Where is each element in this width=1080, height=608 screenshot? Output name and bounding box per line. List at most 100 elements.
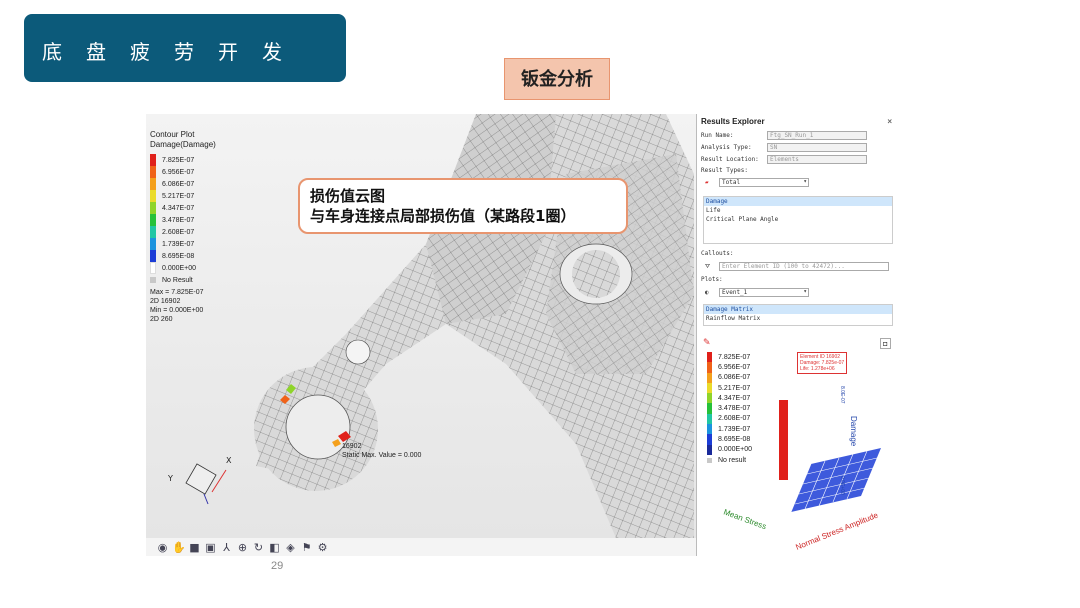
static-max: Static Max. Value = 0.000 (342, 452, 422, 459)
panel-header: Results Explorer × (697, 114, 896, 129)
close-icon[interactable]: × (887, 117, 892, 126)
contour-title-line1: Contour Plot (150, 130, 195, 139)
legend-row: 7.825E-07 (150, 154, 196, 166)
section-tag: 钣金分析 (504, 58, 610, 100)
callouts-input[interactable]: Enter Element ID (100 to 42472)... (719, 262, 889, 271)
callout-line2: 与车身连接点局部损伤值（某路段1圈） (310, 207, 576, 225)
result-location-field[interactable]: Elements (767, 155, 867, 164)
legend-row: 1.739E-07 (150, 238, 196, 250)
run-name-field[interactable]: Ftg_SN_Run_1 (767, 131, 867, 140)
legend-label: 1.739E-07 (162, 240, 195, 248)
layers-icon[interactable]: ◈ (284, 541, 297, 554)
palette-icon[interactable]: ▣ (204, 541, 217, 554)
legend-row: 0.000E+00 (150, 262, 196, 274)
plots-select-row: ◐ Event_1 (705, 288, 809, 297)
result-type-dropdown[interactable]: Total (719, 178, 809, 187)
legend-swatch (150, 250, 156, 262)
legend-label: No Result (162, 276, 193, 284)
result-type-list: Damage Life Critical Plane Angle (703, 196, 893, 244)
list-item-damage-matrix[interactable]: Damage Matrix (704, 305, 892, 314)
axis-icon[interactable]: ⅄ (220, 541, 233, 554)
slide-title: 底盘疲劳开发 (42, 40, 306, 64)
list-item-critical-plane-angle[interactable]: Critical Plane Angle (704, 215, 892, 224)
min-value: Min = 0.000E+00 (150, 307, 204, 314)
z-tick-bottom: 0.0E+00 (839, 476, 845, 495)
damage-matrix-chart: ✎ ▫ 7.825E-07 6.956E-07 6.086E-07 5.217E… (701, 336, 895, 554)
legend-label: 8.695E-08 (162, 252, 195, 260)
view-icon[interactable]: ◧ (268, 541, 281, 554)
element-id: 16902 (342, 443, 362, 450)
legend-row: 3.478E-07 (150, 214, 196, 226)
legend-row: 8.695E-08 (150, 250, 196, 262)
legend-row: 6.956E-07 (150, 166, 196, 178)
view-toolbar: ◉ ✋ ■ ▣ ⅄ ⊕ ↻ ◧ ◈ ⚑ ⚙ (146, 538, 696, 556)
legend-label: 3.478E-07 (162, 216, 195, 224)
rotate-icon[interactable]: ↻ (252, 541, 265, 554)
max-value: Max = 7.825E-07 (150, 289, 204, 296)
legend-label: 0.000E+00 (162, 264, 197, 272)
min-element: 2D 260 (150, 316, 173, 323)
result-location-row: Result Location: Elements (701, 155, 867, 164)
annotation-callout: 损伤值云图 与车身连接点局部损伤值（某路段1圈） (298, 178, 628, 234)
result-type-select-row: ▰ Total (705, 178, 809, 187)
element-label: 16902 Static Max. Value = 0.000 (342, 442, 421, 460)
legend-swatch (150, 238, 156, 250)
view-cube[interactable] (185, 463, 227, 505)
results-explorer-panel: Results Explorer × Run Name: Ftg_SN_Run_… (696, 114, 896, 556)
analysis-type-field[interactable]: SN (767, 143, 867, 152)
legend-row: 6.086E-07 (150, 178, 196, 190)
cube-icon[interactable]: ■ (188, 541, 201, 554)
legend-swatch (150, 190, 156, 202)
callouts-label: Callouts: (701, 250, 734, 257)
flag-icon[interactable]: ⚑ (300, 541, 313, 554)
callouts-row: Callouts: (701, 250, 734, 257)
hand-icon[interactable]: ✋ (172, 541, 186, 554)
legend-swatch (150, 277, 156, 283)
slide-title-box: 底盘疲劳开发 (24, 14, 346, 82)
contour-stats: Max = 7.825E-07 2D 16902 Min = 0.000E+00… (150, 288, 204, 324)
legend-swatch (150, 178, 156, 190)
legend-swatch (150, 214, 156, 226)
x-axis-label: Mean Stress (722, 507, 767, 531)
callout-line1: 损伤值云图 (310, 187, 386, 205)
z-tick-top: 8.0E-07 (839, 386, 845, 404)
legend-label: 2.608E-07 (162, 228, 195, 236)
plots-dropdown[interactable]: Event_1 (719, 288, 809, 297)
eye-icon[interactable]: ◉ (156, 541, 169, 554)
legend-swatch (150, 166, 156, 178)
max-damage-bar (779, 400, 788, 480)
legend-row: 5.217E-07 (150, 190, 196, 202)
legend-row: No Result (150, 274, 196, 286)
z-axis-label: Damage (849, 416, 858, 447)
result-types-row: Result Types: (701, 167, 748, 174)
zoom-icon[interactable]: ⊕ (236, 541, 249, 554)
contour-title: Contour Plot Damage(Damage) (150, 130, 216, 150)
max-element: 2D 16902 (150, 298, 181, 305)
list-item-life[interactable]: Life (704, 206, 892, 215)
filter-icon: ⛛ (705, 262, 711, 270)
legend-row: 2.608E-07 (150, 226, 196, 238)
plot-icon: ◐ (705, 289, 709, 296)
analysis-type-label: Analysis Type: (701, 144, 752, 151)
contour-legend: 7.825E-07 6.956E-07 6.086E-07 5.217E-07 … (150, 154, 196, 286)
callouts-input-row: ⛛ Enter Element ID (100 to 42472)... (705, 262, 889, 271)
plots-list: Damage Matrix Rainflow Matrix (703, 304, 893, 326)
plots-label: Plots: (701, 276, 723, 283)
axis-y-label: Y (168, 474, 173, 483)
legend-label: 6.086E-07 (162, 180, 195, 188)
damage-3d-plot: Damage 8.0E-07 0.0E+00 Mean Stress Norma… (722, 386, 881, 552)
app-screenshot: Contour Plot Damage(Damage) 7.825E-07 6.… (146, 114, 896, 556)
model-viewport[interactable]: Contour Plot Damage(Damage) 7.825E-07 6.… (146, 114, 696, 538)
axis-x-label: X (226, 456, 232, 465)
result-types-label: Result Types: (701, 167, 748, 174)
list-item-rainflow-matrix[interactable]: Rainflow Matrix (704, 314, 892, 323)
plots-row: Plots: (701, 276, 723, 283)
page-number: 29 (271, 560, 284, 572)
list-item-damage[interactable]: Damage (704, 197, 892, 206)
contour-title-line2: Damage(Damage) (150, 140, 216, 149)
legend-label: 4.347E-07 (162, 204, 195, 212)
settings-icon[interactable]: ⚙ (316, 541, 329, 554)
result-location-label: Result Location: (701, 156, 759, 163)
panel-title: Results Explorer (701, 117, 765, 126)
legend-label: 5.217E-07 (162, 192, 195, 200)
